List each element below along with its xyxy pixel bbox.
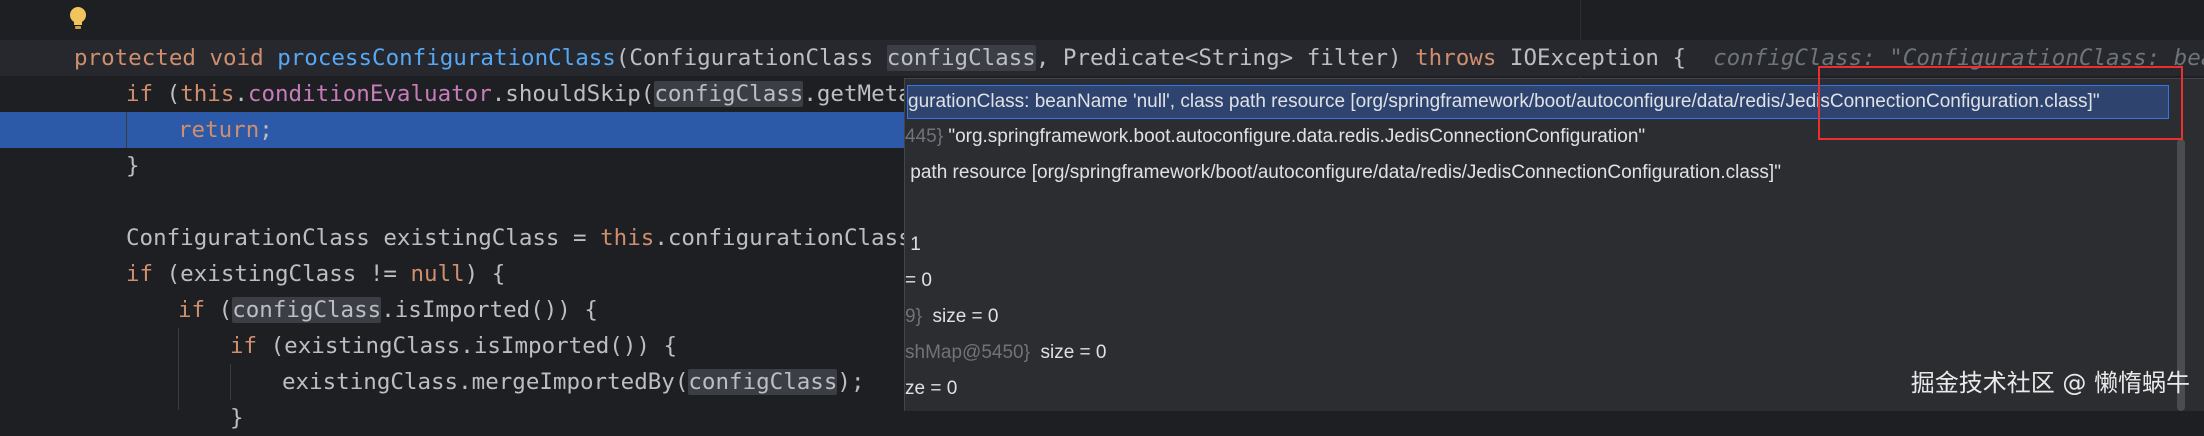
- popup-row-text: size = 0: [921, 306, 999, 327]
- param-config-class: configClass: [688, 369, 838, 395]
- exception-type: IOException {: [1496, 45, 1687, 71]
- method-call: existingClass.mergeImportedBy(: [282, 369, 689, 395]
- method-call: .shouldSkip(: [491, 81, 655, 107]
- dot: .: [234, 81, 248, 107]
- popup-row-id: 9}: [905, 306, 922, 327]
- brace: }: [230, 405, 244, 431]
- popup-row-id: shMap@5450}: [905, 342, 1030, 363]
- popup-row[interactable]: 1: [905, 227, 2175, 263]
- param-rest: , Predicate<String> filter): [1035, 45, 1416, 71]
- keyword-throws: throws: [1415, 45, 1497, 71]
- popup-row[interactable]: [905, 191, 2175, 227]
- condition: (existingClass !=: [153, 261, 411, 287]
- param-config-class: configClass: [654, 81, 804, 107]
- condition-end: ) {: [464, 261, 506, 287]
- paren: (: [615, 45, 630, 71]
- popup-row-text: ze = 0: [905, 378, 958, 399]
- semicolon: ;: [259, 117, 273, 143]
- indent-guide: [230, 364, 231, 400]
- keyword-this: this: [180, 81, 235, 107]
- keyword-if: if: [178, 297, 206, 323]
- popup-row[interactable]: 9} size = 0: [905, 299, 2175, 335]
- indent-guide: [178, 328, 179, 410]
- param-config-class: configClass: [232, 297, 382, 323]
- keyword-protected: protected: [74, 45, 196, 71]
- brace: }: [126, 153, 140, 179]
- keyword-null: null: [410, 261, 465, 287]
- paren: (: [205, 297, 233, 323]
- popup-row-id: 445}: [905, 126, 944, 147]
- popup-row-text: 1: [905, 234, 921, 255]
- condition: (existingClass.isImported()) {: [257, 333, 678, 359]
- keyword-if: if: [230, 333, 258, 359]
- watermark: 掘金技术社区 @ 懒惰蜗牛: [1910, 369, 2190, 397]
- declaration: ConfigurationClass existingClass =: [126, 225, 601, 251]
- indent-guide: [126, 112, 127, 148]
- method-name: processConfigurationClass: [277, 45, 616, 71]
- keyword-return: return: [178, 117, 260, 143]
- paren: (: [153, 81, 181, 107]
- keyword-void: void: [209, 45, 264, 71]
- keyword-if: if: [126, 261, 154, 287]
- field-access: .configurationClasses: [654, 225, 939, 251]
- popup-row[interactable]: = 0: [905, 263, 2175, 299]
- popup-row-text: = 0: [905, 270, 932, 291]
- param-type: ConfigurationClass: [629, 45, 887, 71]
- keyword-if: if: [126, 81, 154, 107]
- annotation-highlight-box: [1818, 66, 2183, 140]
- popup-row[interactable]: path resource [org/springframework/boot/…: [905, 155, 2175, 191]
- lightbulb-icon[interactable]: [66, 5, 90, 31]
- keyword-this: this: [600, 225, 655, 251]
- popup-row-text: "org.springframework.boot.autoconfigure.…: [943, 126, 1646, 147]
- popup-row-text: size = 0: [1029, 342, 1107, 363]
- param-config-class: configClass: [886, 45, 1036, 71]
- method-call-tail: );: [837, 369, 865, 395]
- field-condition-evaluator: conditionEvaluator: [247, 81, 492, 107]
- popup-row-text: path resource [org/springframework/boot/…: [905, 162, 1781, 183]
- method-call: .isImported()) {: [381, 297, 598, 323]
